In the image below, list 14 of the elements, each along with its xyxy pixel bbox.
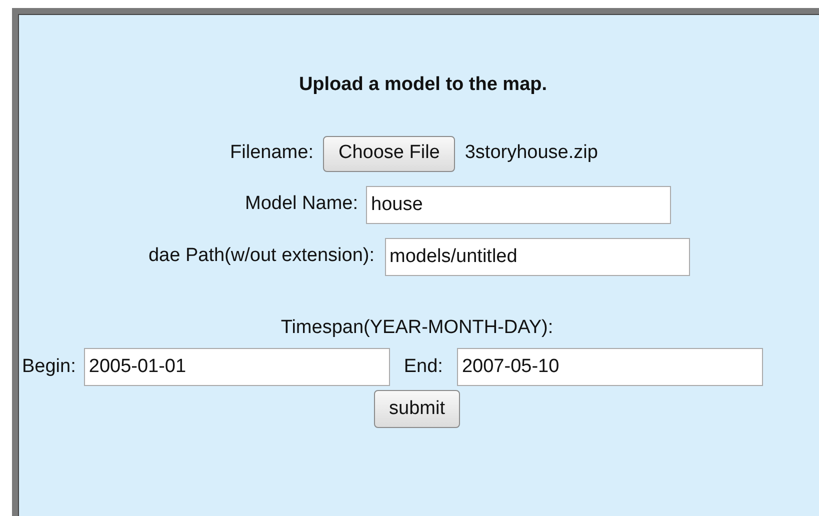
submit-button[interactable]: submit — [374, 390, 460, 428]
choose-file-button[interactable]: Choose File — [323, 136, 455, 172]
model-name-field[interactable]: house — [366, 186, 671, 224]
dae-path-label: dae Path(w/out extension): — [148, 244, 375, 268]
end-date-field[interactable]: 2007-05-10 — [456, 348, 763, 386]
form-title: Upload a model to the map. — [298, 73, 548, 97]
filename-label: Filename: — [230, 141, 314, 166]
begin-date-field[interactable]: 2005-01-01 — [84, 348, 390, 386]
dae-path-field[interactable]: models/untitled — [384, 238, 690, 276]
timespan-label: Timespan(YEAR-MONTH-DAY): — [280, 316, 554, 340]
selected-filename: 3storyhouse.zip — [464, 141, 598, 166]
end-label: End: — [404, 354, 443, 379]
model-name-label: Model Name: — [245, 192, 358, 216]
begin-label: Begin: — [22, 354, 76, 379]
